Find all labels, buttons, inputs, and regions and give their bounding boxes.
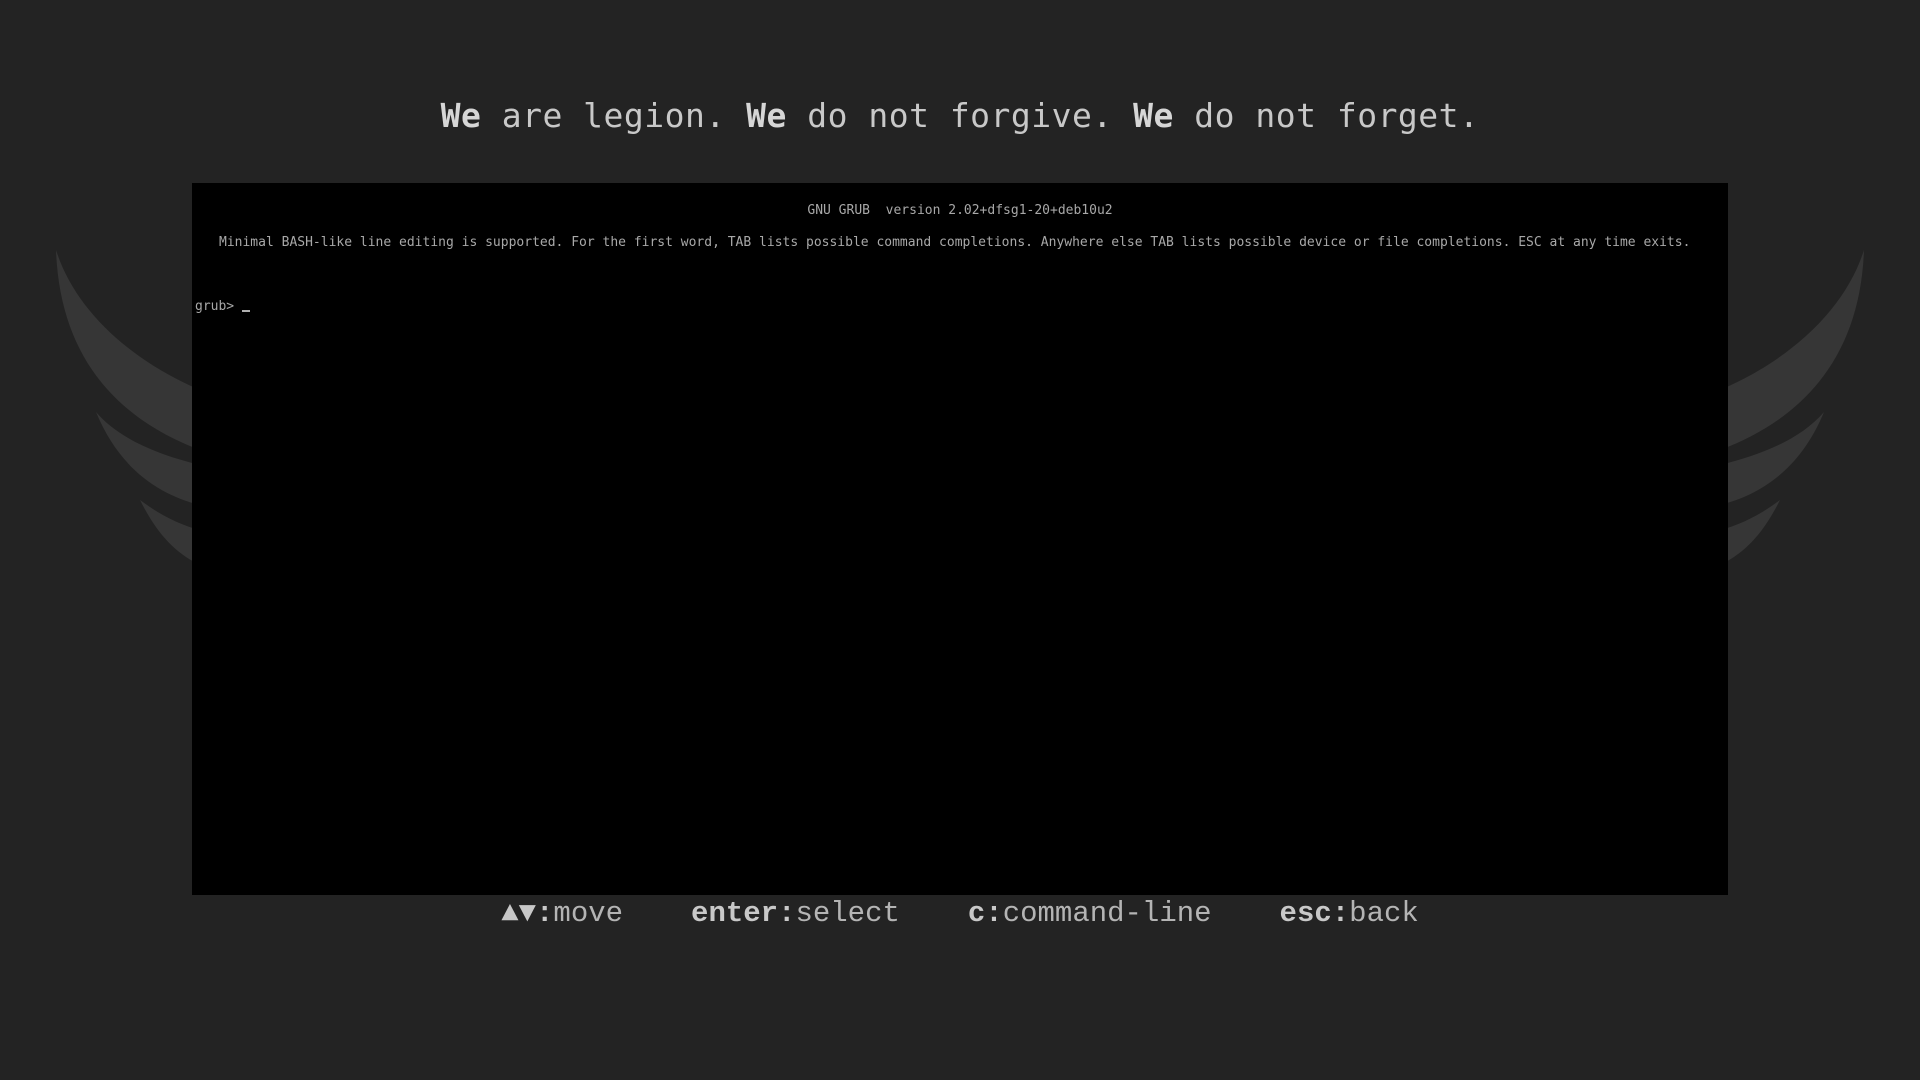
hint-key-command-line: c: — [967, 897, 1003, 930]
hint-key-move: ▲▼: — [501, 897, 554, 930]
text-cursor — [242, 310, 251, 312]
hint-select: enter:select — [691, 897, 900, 930]
hint-action-select: select — [795, 897, 900, 930]
motto-we-3: We — [1133, 96, 1174, 135]
motto-we-1: We — [440, 96, 482, 135]
hint-move: ▲▼:move — [501, 897, 623, 930]
grub-version-header: GNU GRUB version 2.02+dfsg1-20+deb10u2 — [807, 203, 1113, 218]
motto-banner: We are legion. We do not forgive. We do … — [0, 96, 1920, 135]
motto-text-2: do not forgive. — [786, 96, 1134, 135]
grub-help-text: Minimal BASH-like line editing is suppor… — [219, 235, 1691, 250]
hint-action-back: back — [1349, 897, 1419, 930]
key-hints-bar: ▲▼:move enter:select c:command-line esc:bac… — [0, 897, 1920, 930]
motto-text-3: do not forget. — [1173, 96, 1480, 135]
hint-back: esc:back — [1280, 897, 1419, 930]
hint-action-command-line: command-line — [1002, 897, 1212, 930]
command-line[interactable]: grub> — [195, 299, 251, 315]
hint-action-move: move — [553, 897, 624, 930]
hint-command-line: c:command-line — [968, 897, 1212, 930]
grub-prompt: grub> — [195, 299, 235, 314]
hint-key-back: esc: — [1279, 897, 1350, 930]
hint-key-select: enter: — [691, 897, 796, 930]
grub-terminal[interactable]: GNU GRUB version 2.02+dfsg1-20+deb10u2 M… — [192, 183, 1728, 895]
motto-we-2: We — [746, 96, 787, 135]
motto-text-1: are legion. — [481, 96, 747, 135]
